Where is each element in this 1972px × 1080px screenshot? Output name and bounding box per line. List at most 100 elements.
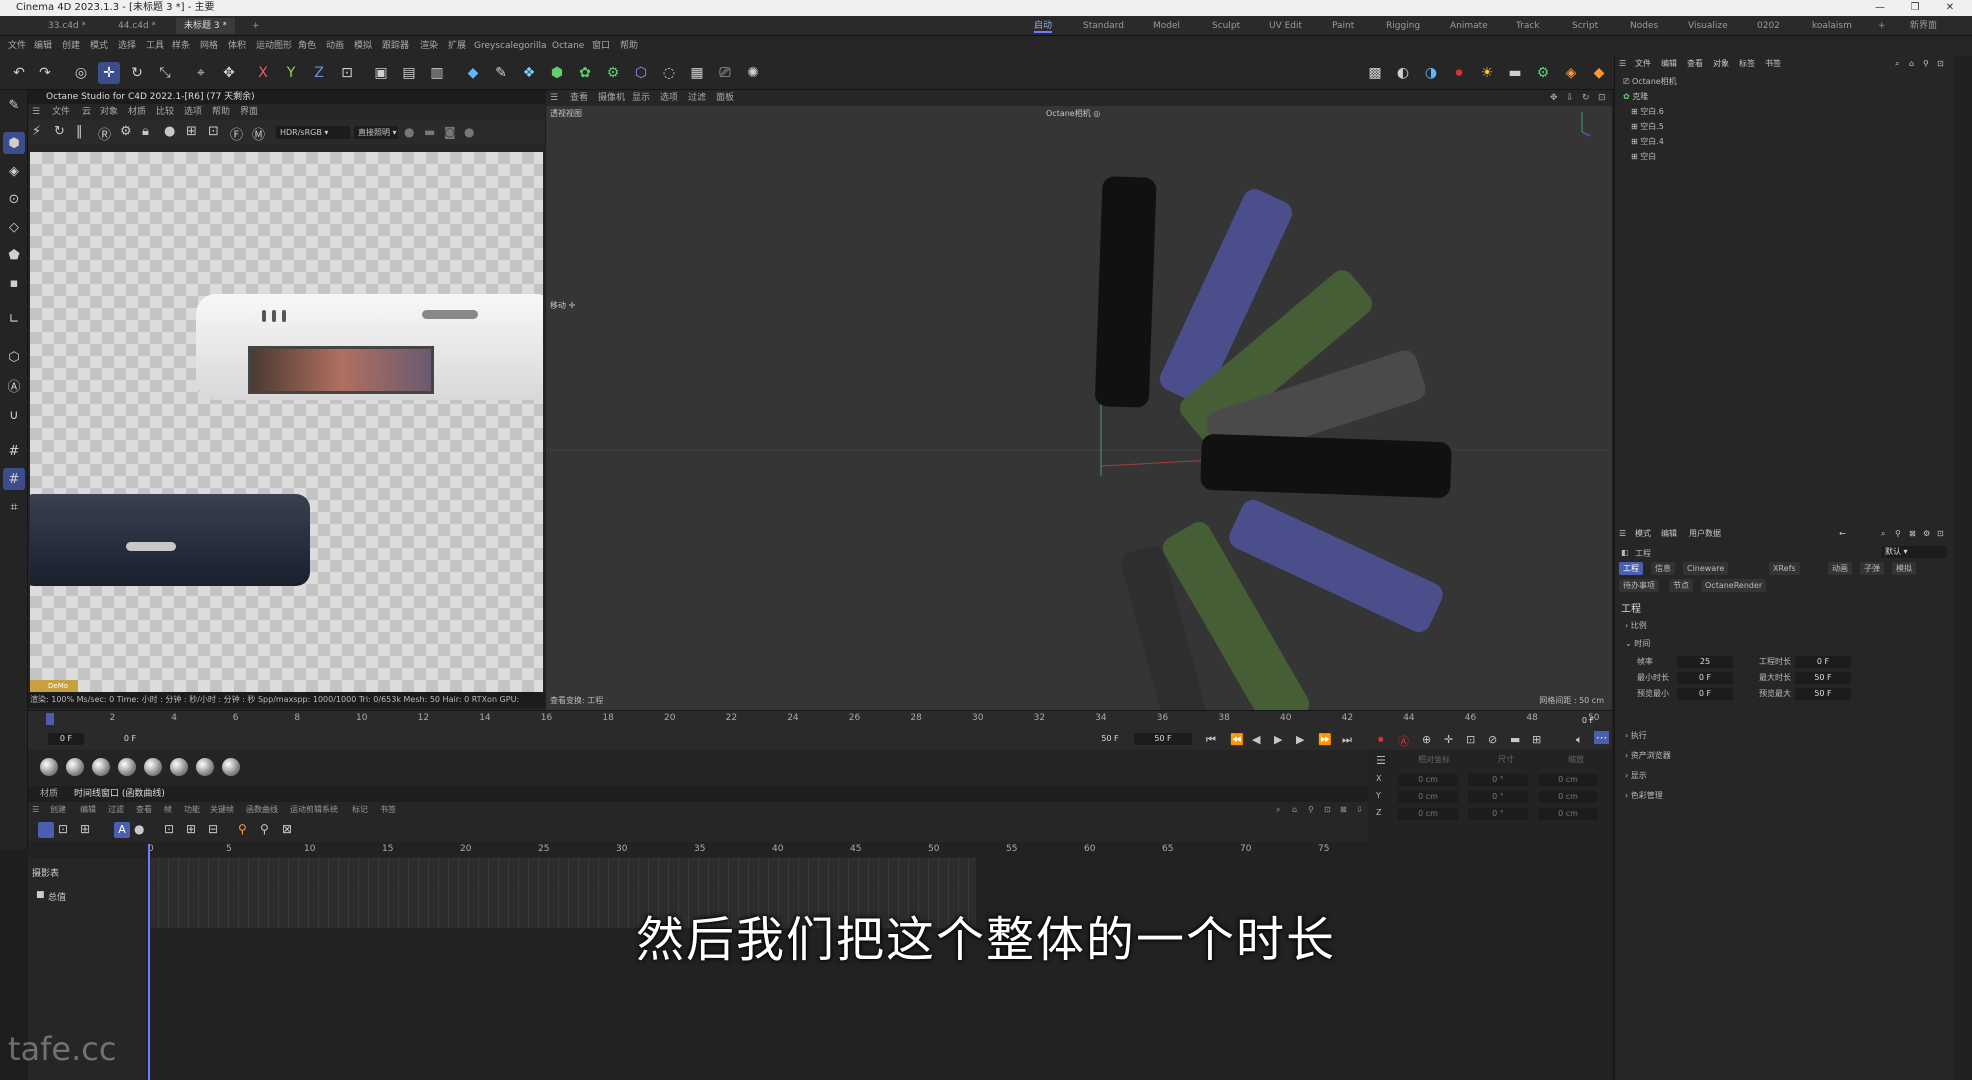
layout-koalaism[interactable]: koalaism [1812, 19, 1852, 33]
group-color-management[interactable]: › 色彩管理 [1625, 790, 1663, 801]
autokey-icon[interactable]: Ⓐ [1398, 733, 1409, 749]
group-scale[interactable]: › 比例 [1625, 620, 1647, 631]
octane-menu-cloud[interactable]: 云 [82, 104, 91, 120]
file-tab-active[interactable]: 未标题 3 * [176, 18, 235, 34]
screenshot-icon[interactable]: ▬ [424, 125, 435, 139]
octane-grid-icon[interactable]: ▩ [1364, 62, 1386, 84]
hamburger-icon[interactable]: ☰ [32, 104, 40, 120]
menu-mode[interactable]: 模式 [90, 39, 108, 53]
material-swatch[interactable] [40, 758, 58, 776]
grid-icon[interactable]: ▦ [686, 62, 708, 84]
octane-sun-icon[interactable]: ☀ [1476, 62, 1498, 84]
timeline-menu-bookmarks[interactable]: 书签 [380, 802, 396, 818]
group-execute[interactable]: › 执行 [1625, 730, 1647, 741]
kernel-dropdown[interactable]: 直接照明 ▾ [354, 126, 398, 139]
timeline-hamburger-icon[interactable]: ☰ [32, 802, 39, 818]
layout-model[interactable]: Model [1153, 19, 1180, 33]
menu-tools[interactable]: 工具 [146, 39, 164, 53]
render-to-picture-viewer-icon[interactable]: ▤ [398, 62, 420, 84]
settings-gear-icon[interactable]: ⚙ [120, 124, 132, 139]
menu-select[interactable]: 选择 [118, 39, 136, 53]
attribute-tab[interactable]: 工程 [1619, 562, 1643, 575]
fcurve-mode-icon[interactable]: ⊡ [58, 822, 68, 836]
play-icon[interactable]: ▶ [1274, 733, 1282, 746]
am-menu-mode[interactable]: 模式 [1635, 526, 1651, 542]
coord-position-field[interactable]: 0 cm [1398, 774, 1458, 786]
quantize-icon[interactable]: ⌗ [3, 496, 25, 518]
layout-track[interactable]: Track [1516, 19, 1540, 33]
attribute-tab[interactable]: 子弹 [1860, 562, 1884, 575]
octane-menu-materials[interactable]: 材质 [128, 104, 146, 120]
viewport-menu-options[interactable]: 选项 [660, 90, 678, 106]
effector-icon[interactable]: ⚙ [602, 62, 624, 84]
object-row[interactable]: ⊞ 空白.6 [1631, 106, 1664, 117]
attribute-tab[interactable]: 动画 [1828, 562, 1852, 575]
octane-gear-icon[interactable]: ⚙ [1532, 62, 1554, 84]
attribute-tab[interactable]: Cineware [1683, 562, 1729, 575]
menu-volume[interactable]: 体积 [228, 39, 246, 53]
am-menu-userdata[interactable]: 用户数据 [1689, 526, 1721, 542]
layout-rigging[interactable]: Rigging [1386, 19, 1420, 33]
am-settings-icon[interactable]: ⚙ [1923, 526, 1930, 542]
coord-rotation-field[interactable]: 0 ° [1468, 791, 1528, 803]
material-swatch[interactable] [92, 758, 110, 776]
layout-script[interactable]: Script [1572, 19, 1598, 33]
attribute-tab[interactable]: OctaneRender [1701, 579, 1767, 592]
viewport-camera-label[interactable]: Octane相机 ◎ [1046, 108, 1100, 119]
time-field-value[interactable]: 0 F [1795, 656, 1851, 668]
menu-simulate[interactable]: 模拟 [354, 39, 372, 53]
field-icon[interactable]: ⬡ [630, 62, 652, 84]
layout-nodes[interactable]: Nodes [1630, 19, 1658, 33]
timeline-menu-filter[interactable]: 过滤 [108, 802, 124, 818]
point-mode-icon[interactable]: ⊙ [3, 188, 25, 210]
menu-create[interactable]: 创建 [62, 39, 80, 53]
coords-hamburger-icon[interactable]: ☰ [1376, 754, 1386, 767]
timeline-home-icon[interactable]: ⌂ [1292, 802, 1297, 818]
scale-icon[interactable]: ⤡ [154, 62, 176, 84]
octane-half-circle-icon[interactable]: ◐ [1392, 62, 1414, 84]
focus-picker-icon[interactable]: Ⓕ [230, 124, 243, 143]
undo-icon[interactable]: ↶ [8, 62, 30, 84]
toggle-dot-icon[interactable]: ● [464, 125, 474, 139]
grid-snap-icon[interactable]: # [3, 468, 25, 490]
current-frame-field[interactable]: 0 F [48, 733, 84, 745]
frame-preview-icon[interactable]: ⊟ [208, 822, 218, 836]
go-to-start-icon[interactable]: ⏮ [1206, 733, 1216, 747]
move-icon[interactable]: ✛ [98, 62, 120, 84]
key-mode-icon[interactable]: ⊞ [1532, 733, 1541, 746]
viewport-maximize-icon[interactable]: ⊡ [1598, 90, 1606, 106]
attribute-tab[interactable]: 待办事项 [1619, 579, 1659, 592]
edge-mode-icon[interactable]: ◇ [3, 216, 25, 238]
minimize-button[interactable]: — [1865, 0, 1895, 16]
octane-menu-gui[interactable]: 界面 [240, 104, 258, 120]
texture-mode-icon[interactable]: ◈ [3, 160, 25, 182]
key-scale-icon[interactable]: ⊡ [1466, 733, 1475, 746]
octane-material-icon[interactable]: ◆ [1588, 62, 1610, 84]
material-swatch[interactable] [144, 758, 162, 776]
object-row[interactable]: ✿ 克隆 [1623, 91, 1648, 102]
playhead[interactable] [46, 713, 54, 725]
time-field-value[interactable]: 25 [1677, 656, 1733, 668]
menu-mesh[interactable]: 网格 [200, 39, 218, 53]
octane-record-icon[interactable]: ⏺ [1448, 62, 1470, 84]
transform-icon[interactable]: ⌖ [190, 62, 212, 84]
snap-icon[interactable]: ⬡ [3, 346, 25, 368]
viewport-hamburger-icon[interactable]: ☰ [550, 90, 558, 106]
layout-new[interactable]: 新界面 [1910, 19, 1937, 33]
menu-greyscalegorilla[interactable]: Greyscalegorilla [474, 39, 546, 53]
timeline-menu-markers[interactable]: 标记 [352, 802, 368, 818]
layout-visualize[interactable]: Visualize [1688, 19, 1728, 33]
go-to-end-icon[interactable]: ⏭ [1342, 733, 1352, 747]
deformer-icon[interactable]: ⬢ [546, 62, 568, 84]
am-filter-icon[interactable]: ⚲ [1895, 526, 1901, 542]
octane-blue-circle-icon[interactable]: ◑ [1420, 62, 1442, 84]
rotate-icon[interactable]: ↻ [126, 62, 148, 84]
motion-mode-icon[interactable]: ⊞ [80, 822, 90, 836]
camera-snap-icon[interactable]: ◙ [444, 125, 456, 139]
file-tab-44[interactable]: 44.c4d * [110, 18, 164, 34]
viewport-move-icon[interactable]: ✥ [1550, 90, 1558, 106]
group-asset-browser[interactable]: › 资产浏览器 [1625, 750, 1671, 761]
prev-frame-icon[interactable]: ◀ [1252, 733, 1260, 746]
octane-menu-help[interactable]: 帮助 [212, 104, 230, 120]
viewport-download-icon[interactable]: ⇩ [1566, 90, 1574, 106]
